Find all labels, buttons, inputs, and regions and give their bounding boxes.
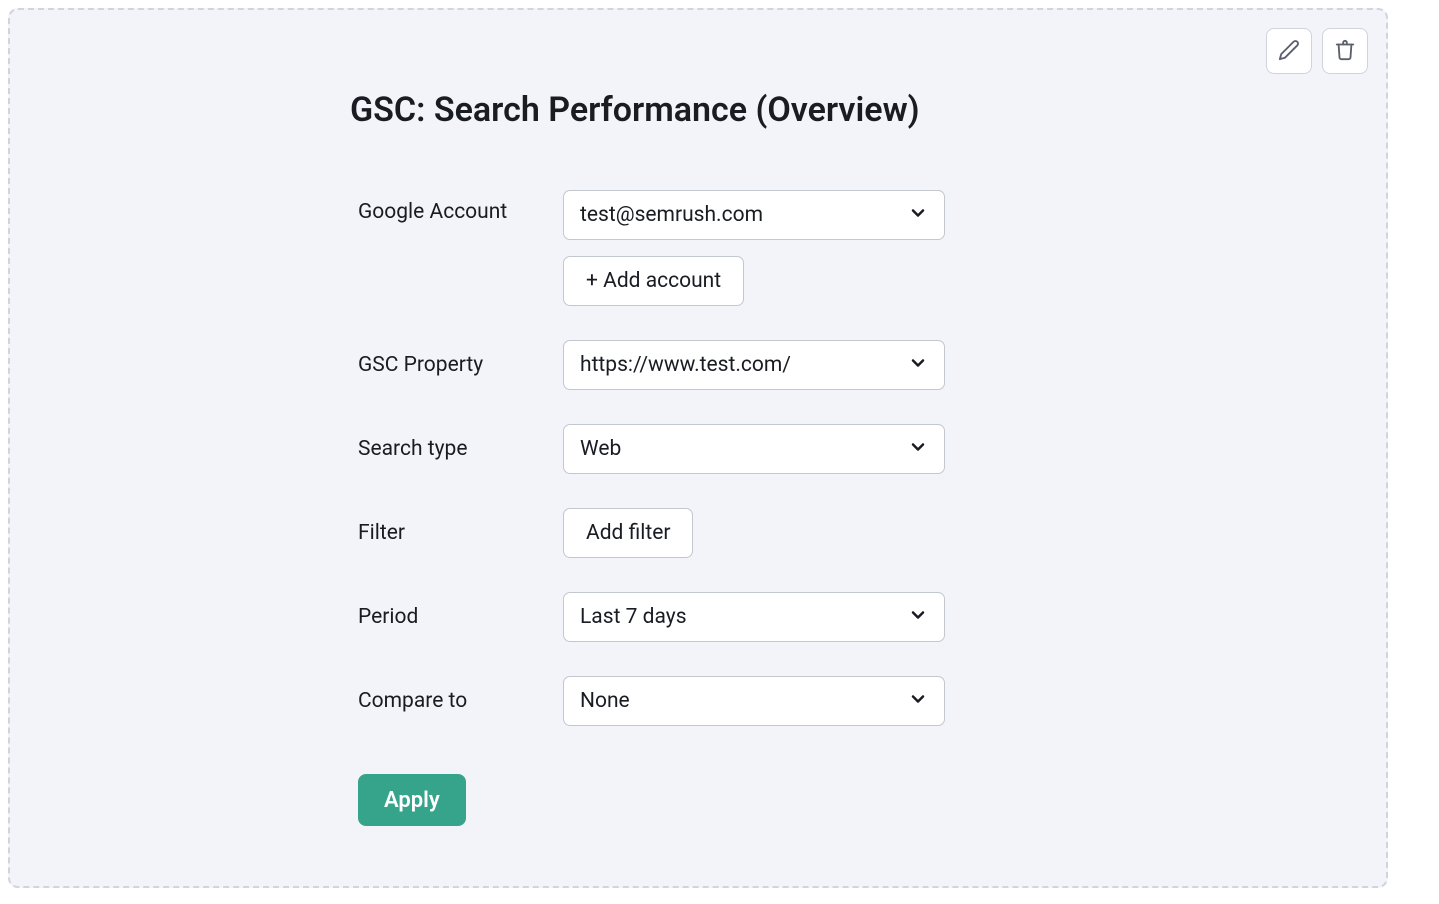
widget-title: GSC: Search Performance (Overview) [350, 90, 1038, 130]
google-account-dropdown[interactable]: test@semrush.com [563, 190, 945, 240]
search-type-label: Search type [358, 437, 563, 461]
search-type-value: Web [580, 437, 621, 461]
trash-icon [1334, 39, 1356, 64]
widget-action-bar [1266, 28, 1368, 74]
compare-to-dropdown[interactable]: None [563, 676, 945, 726]
compare-to-label: Compare to [358, 689, 563, 713]
gsc-property-dropdown[interactable]: https://www.test.com/ [563, 340, 945, 390]
chevron-down-icon [898, 437, 928, 461]
add-filter-button[interactable]: Add filter [563, 508, 693, 558]
gsc-property-row: GSC Property https://www.test.com/ [358, 340, 1038, 390]
chevron-down-icon [898, 605, 928, 629]
gsc-property-label: GSC Property [358, 353, 563, 377]
filter-label: Filter [358, 521, 563, 545]
apply-button[interactable]: Apply [358, 774, 466, 826]
apply-row: Apply [358, 760, 1038, 826]
pencil-icon [1278, 39, 1300, 64]
period-value: Last 7 days [580, 605, 687, 629]
google-account-row: Google Account test@semrush.com + Add ac… [358, 190, 1038, 306]
period-row: Period Last 7 days [358, 592, 1038, 642]
widget-container: GSC: Search Performance (Overview) Googl… [8, 8, 1388, 888]
google-account-label: Google Account [358, 190, 563, 224]
add-account-button[interactable]: + Add account [563, 256, 744, 306]
search-type-row: Search type Web [358, 424, 1038, 474]
edit-button[interactable] [1266, 28, 1312, 74]
chevron-down-icon [898, 203, 928, 227]
search-type-dropdown[interactable]: Web [563, 424, 945, 474]
widget-content: GSC: Search Performance (Overview) Googl… [358, 90, 1038, 826]
gsc-property-value: https://www.test.com/ [580, 353, 791, 377]
compare-to-value: None [580, 689, 630, 713]
chevron-down-icon [898, 689, 928, 713]
period-dropdown[interactable]: Last 7 days [563, 592, 945, 642]
compare-to-row: Compare to None [358, 676, 1038, 726]
google-account-value: test@semrush.com [580, 203, 763, 227]
filter-row: Filter Add filter [358, 508, 1038, 558]
period-label: Period [358, 605, 563, 629]
google-account-controls: test@semrush.com + Add account [563, 190, 945, 306]
delete-button[interactable] [1322, 28, 1368, 74]
chevron-down-icon [898, 353, 928, 377]
config-form: Google Account test@semrush.com + Add ac… [358, 190, 1038, 826]
